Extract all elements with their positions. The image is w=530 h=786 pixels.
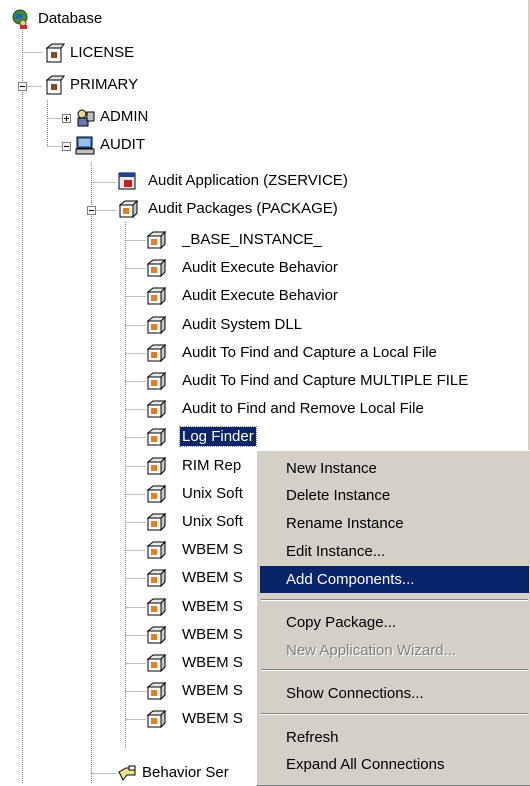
tree-node-label: Audit Execute Behavior (182, 287, 338, 304)
menu-item-show-connections[interactable]: Show Connections... (260, 680, 529, 707)
package-icon (118, 199, 138, 219)
package-icon (146, 315, 166, 335)
tree-node-label: WBEM S (182, 541, 243, 558)
application-icon (118, 172, 136, 190)
behavior-icon (118, 765, 136, 781)
package-icon (146, 286, 166, 306)
menu-item-rename-instance[interactable]: Rename Instance (260, 510, 529, 537)
package-icon (146, 681, 166, 701)
tree-node-label: Behavior Ser (142, 764, 229, 781)
package-icon (146, 343, 166, 363)
tree-node-label: Audit To Find and Capture MULTIPLE FILE (182, 372, 469, 389)
menu-item-refresh[interactable]: Refresh (260, 724, 529, 751)
package-icon (146, 512, 166, 532)
tree-node-label: RIM Rep (182, 457, 242, 474)
primary-file-icon (45, 75, 65, 95)
collapse-audit-icon[interactable] (62, 142, 71, 151)
tree-node-label: Log Finder (179, 426, 257, 447)
package-icon (146, 258, 166, 278)
tree-node-label: Unix Soft (182, 513, 243, 530)
admin-icon (77, 109, 95, 127)
tree-node-label: Audit System DLL (182, 316, 303, 333)
tree-node-label: Audit To Find and Capture a Local File (182, 344, 437, 361)
package-icon (146, 540, 166, 560)
menu-item-new-instance[interactable]: New Instance (260, 455, 529, 482)
package-icon (146, 625, 166, 645)
tree-node-label: WBEM S (182, 626, 243, 643)
package-icon (146, 230, 166, 250)
tree-node-label: Unix Soft (182, 485, 243, 502)
context-menu: New Instance Delete Instance Rename Inst… (256, 450, 530, 786)
tree-node-label: WBEM S (182, 682, 243, 699)
package-icon (146, 653, 166, 673)
package-icon (146, 709, 166, 729)
menu-separator (261, 669, 528, 671)
tree-node-label: Audit Packages (PACKAGE) (148, 200, 338, 217)
tree-node-label: WBEM S (182, 654, 243, 671)
collapse-audit-packages-icon[interactable] (87, 206, 96, 215)
tree-node-label: Audit Application (ZSERVICE) (148, 172, 348, 189)
package-icon (146, 484, 166, 504)
menu-separator (261, 599, 528, 601)
license-package-icon (45, 43, 65, 63)
tree-node-label: LICENSE (70, 44, 135, 61)
globe-user-icon (12, 9, 28, 29)
package-icon (146, 399, 166, 419)
tree-node-label: ADMIN (100, 108, 149, 125)
menu-separator (261, 713, 528, 715)
tree-node-label: WBEM S (182, 569, 243, 586)
menu-item-delete-instance[interactable]: Delete Instance (260, 482, 529, 509)
menu-item-add-components[interactable]: Add Components... (260, 566, 529, 593)
menu-item-expand-all-connections[interactable]: Expand All Connections (260, 751, 529, 778)
tree-node-label: PRIMARY (70, 76, 139, 93)
tree-node-label: AUDIT (100, 136, 145, 153)
package-icon (146, 427, 166, 447)
audit-computer-icon (75, 136, 95, 155)
menu-item-new-application-wizard[interactable]: New Application Wizard... (260, 637, 529, 664)
package-icon (146, 456, 166, 476)
tree-node-label: WBEM S (182, 598, 243, 615)
tree-node-label: WBEM S (182, 710, 243, 727)
tree-node-label: Audit to Find and Remove Local File (182, 400, 424, 417)
tree-node-label: _BASE_INSTANCE_ (182, 231, 322, 248)
package-icon (146, 568, 166, 588)
package-icon (146, 597, 166, 617)
menu-item-edit-instance[interactable]: Edit Instance... (260, 538, 529, 565)
tree-node-label: Audit Execute Behavior (182, 259, 338, 276)
expand-admin-icon[interactable] (62, 114, 71, 123)
package-icon (146, 371, 166, 391)
collapse-primary-icon[interactable] (18, 82, 27, 91)
tree-node-label: Database (38, 10, 103, 27)
menu-item-copy-package[interactable]: Copy Package... (260, 609, 529, 636)
